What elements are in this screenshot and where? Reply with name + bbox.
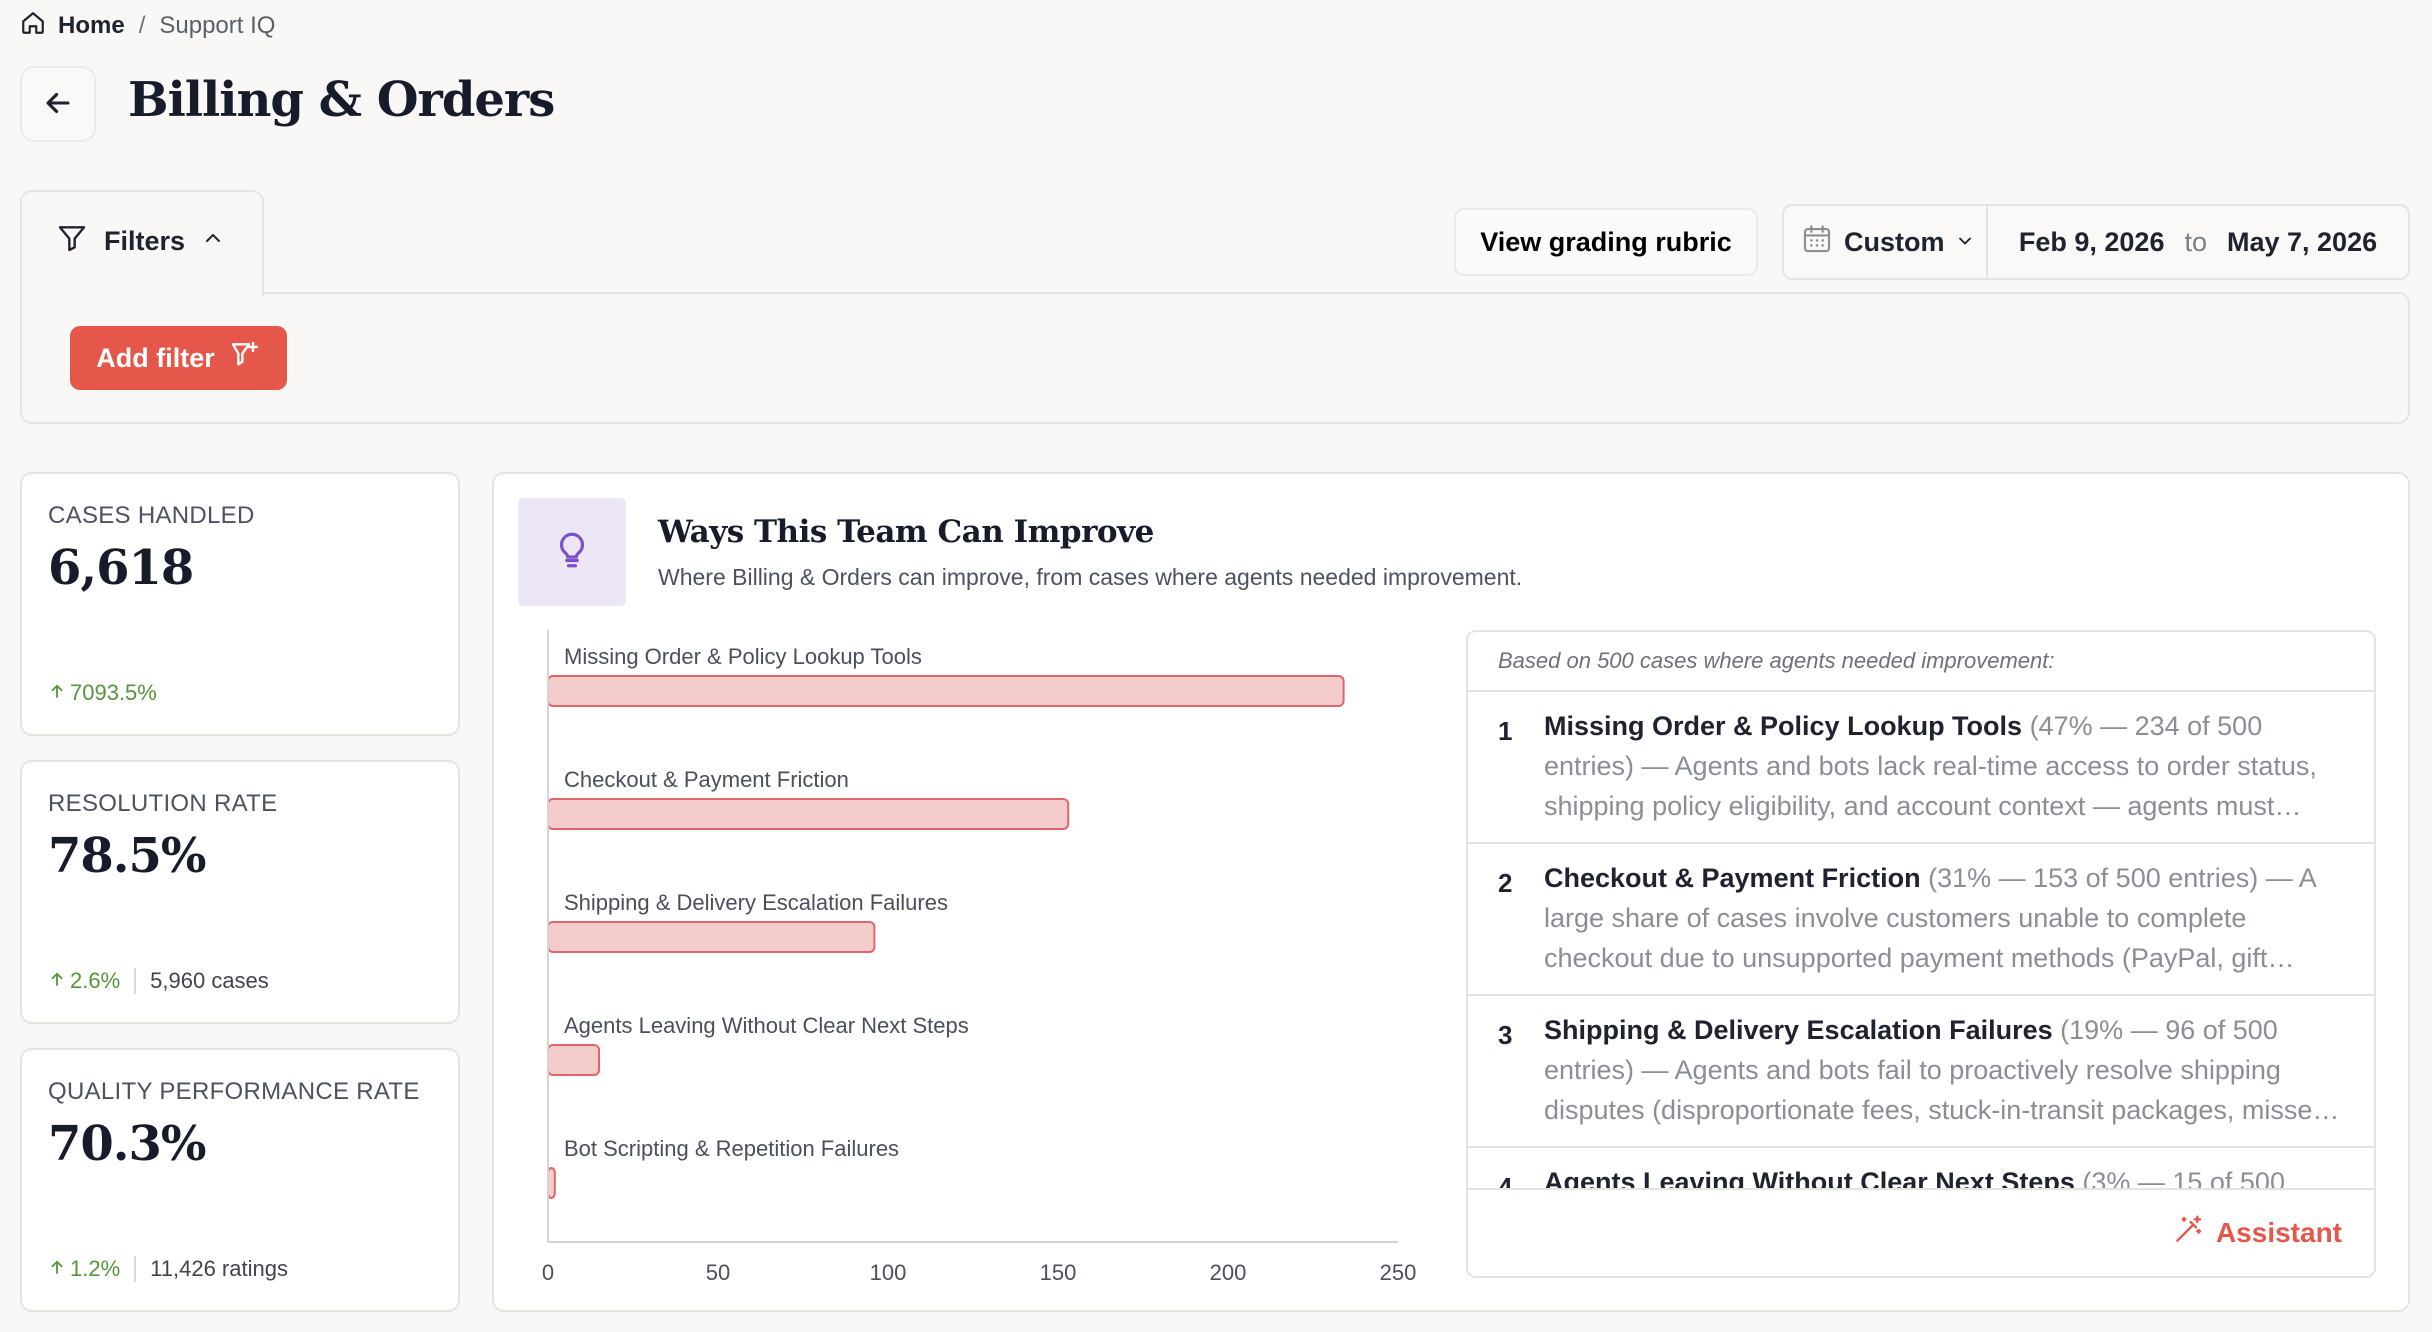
bar-category-label: Shipping & Delivery Escalation Failures [564,890,948,915]
improvement-title: Ways This Team Can Improve [658,514,1154,550]
x-tick-label: 250 [1380,1260,1417,1285]
stat-extra: 5,960 cases [150,968,269,993]
list-item-title: Agents Leaving Without Clear Next Steps [1544,1167,2075,1190]
date-preset-label: Custom [1844,226,1945,257]
stat-label: RESOLUTION RATE [48,790,278,817]
stat-delta: 1.2% [48,1256,120,1282]
breadcrumb-home-link[interactable]: Home [20,10,125,43]
list-item-text: Agents Leaving Without Clear Next Steps … [1544,1162,2344,1190]
filter-icon [56,222,88,261]
improvement-subtitle: Where Billing & Orders can improve, from… [658,564,1523,590]
bar-category-label: Missing Order & Policy Lookup Tools [564,644,922,669]
list-item-title: Shipping & Delivery Escalation Failures [1544,1015,2053,1045]
bar-category-label: Agents Leaving Without Clear Next Steps [564,1013,969,1038]
calendar-icon [1800,222,1834,263]
stat-delta: 7093.5% [48,680,157,706]
arrow-up-icon [48,680,66,706]
improvement-bar-chart: Missing Order & Policy Lookup Tools Check… [542,630,1417,1285]
stat-extra: 11,426 ratings [150,1256,288,1281]
list-item[interactable]: 4 Agents Leaving Without Clear Next Step… [1468,1148,2374,1190]
bar [547,921,876,953]
list-item-title: Missing Order & Policy Lookup Tools [1544,711,2023,741]
list-item-number: 4 [1498,1172,1513,1190]
date-to[interactable]: May 7, 2026 [2227,227,2377,258]
bar [547,1044,600,1076]
list-item[interactable]: 1 Missing Order & Policy Lookup Tools (4… [1468,692,2374,844]
arrow-up-icon [48,968,66,994]
list-intro: Based on 500 cases where agents needed i… [1468,632,2374,692]
x-tick-label: 150 [1040,1260,1077,1285]
stat-delta: 2.6% [48,968,120,994]
filters-tab-label: Filters [104,225,186,256]
x-tick-label: 50 [706,1260,730,1285]
list-item-text: Shipping & Delivery Escalation Failures … [1544,1010,2344,1130]
lightbulb-badge [518,498,626,606]
filter-plus-icon [229,339,261,378]
back-arrow-icon [41,86,75,123]
list-items: 1 Missing Order & Policy Lookup Tools (4… [1468,692,2374,1190]
date-from[interactable]: Feb 9, 2026 [2019,227,2165,258]
filters-tab-joint [22,288,262,296]
list-item-title: Checkout & Payment Friction [1544,863,1921,893]
bar-category-label: Checkout & Payment Friction [564,767,849,792]
add-filter-button[interactable]: Add filter [70,326,287,390]
lightbulb-icon [551,529,593,576]
stat-value: 6,618 [48,540,194,596]
list-item-number: 2 [1498,868,1513,898]
stat-delta-value: 7093.5% [70,680,157,705]
list-item-text: Checkout & Payment Friction (31% — 153 o… [1544,858,2344,978]
breadcrumb-separator: / [138,12,146,39]
date-to-label: to [2184,226,2207,257]
assistant-button[interactable]: Assistant [2172,1214,2342,1253]
x-tick-label: 200 [1210,1260,1247,1285]
date-preset-select[interactable]: Custom [1784,206,1988,278]
breadcrumb-current[interactable]: Support IQ [159,12,275,40]
stat-label: CASES HANDLED [48,502,255,529]
x-tick-label: 100 [870,1260,907,1285]
stat-card-quality-performance-rate: QUALITY PERFORMANCE RATE 70.3% 1.2% 11,4… [20,1048,460,1312]
improvement-list: Based on 500 cases where agents needed i… [1466,630,2376,1278]
stat-footer: 1.2% 11,426 ratings [48,1256,288,1282]
stat-card-resolution-rate: RESOLUTION RATE 78.5% 2.6% 5,960 cases [20,760,460,1024]
list-item[interactable]: 2 Checkout & Payment Friction (31% — 153… [1468,844,2374,996]
stat-value: 78.5% [48,828,207,884]
bar [547,675,1345,707]
bar [547,1167,556,1199]
chevron-up-icon [201,226,225,257]
arrow-up-icon [48,1256,66,1282]
stat-card-cases-handled: CASES HANDLED 6,618 7093.5% [20,472,460,736]
stat-label: QUALITY PERFORMANCE RATE [48,1078,420,1105]
bar [547,798,1070,830]
list-footer: Assistant [1468,1188,2374,1276]
stat-footer: 7093.5% [48,680,157,706]
back-button[interactable] [20,66,96,142]
magic-wand-icon [2172,1214,2204,1253]
stat-footer: 2.6% 5,960 cases [48,968,269,994]
page-title: Billing & Orders [128,72,555,128]
add-filter-label: Add filter [96,342,215,373]
bar-category-label: Bot Scripting & Repetition Failures [564,1136,899,1161]
assistant-label: Assistant [2215,1217,2342,1248]
home-icon [20,10,46,43]
list-item-text: Missing Order & Policy Lookup Tools (47%… [1544,706,2344,826]
list-item[interactable]: 3 Shipping & Delivery Escalation Failure… [1468,996,2374,1148]
filters-tab[interactable]: Filters [20,190,264,296]
chevron-down-icon [1955,227,1975,258]
date-range: Feb 9, 2026 to May 7, 2026 [1988,206,2408,278]
divider [134,1256,137,1282]
stat-delta-value: 2.6% [70,968,121,993]
date-range-picker: Custom Feb 9, 2026 to May 7, 2026 [1782,204,2410,280]
filter-panel [20,292,2410,424]
stat-value: 70.3% [48,1116,207,1172]
view-grading-rubric-button[interactable]: View grading rubric [1454,208,1758,276]
stat-delta-value: 1.2% [70,1256,121,1281]
list-item-number: 1 [1498,716,1513,746]
divider [134,968,137,994]
breadcrumb-home-label: Home [58,12,125,39]
breadcrumb: Home / Support IQ [20,10,275,42]
x-tick-label: 0 [542,1260,554,1285]
list-item-number: 3 [1498,1020,1513,1050]
